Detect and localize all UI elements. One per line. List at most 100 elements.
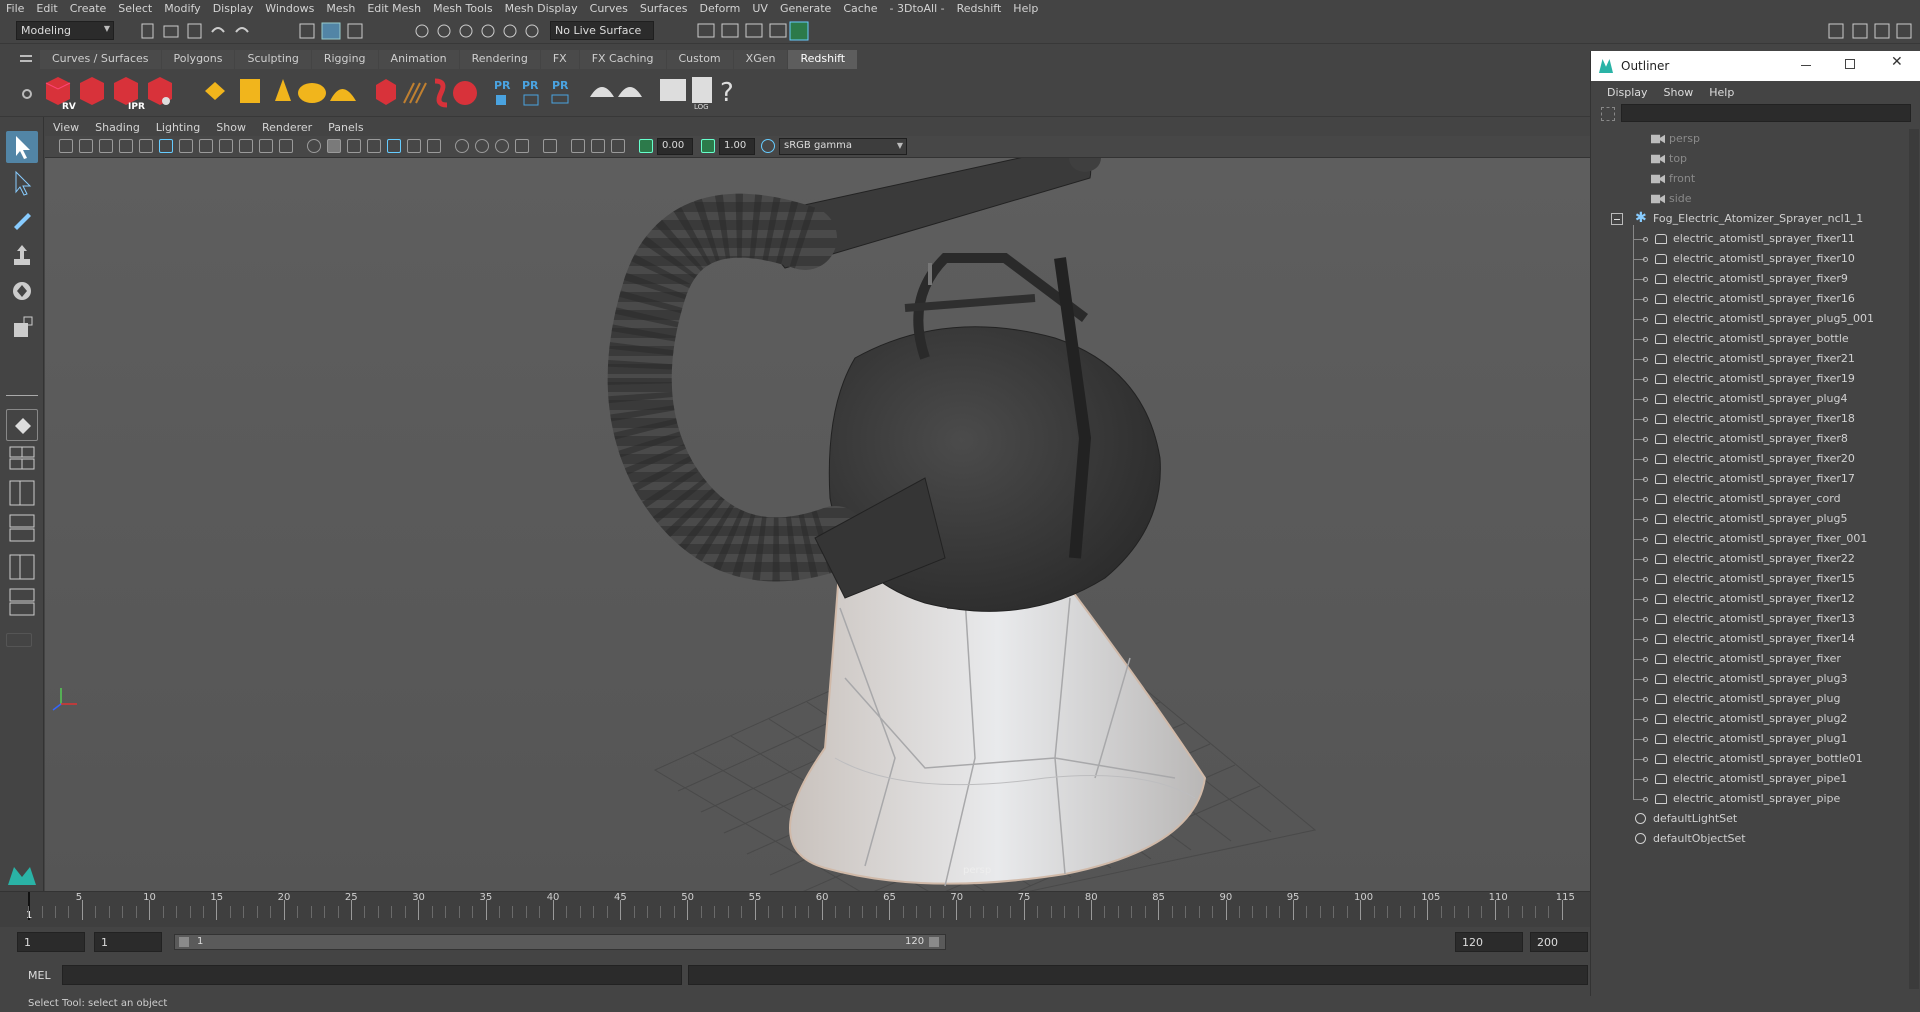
outliner-mesh-row[interactable]: electric_atomistl_sprayer_fixer_001 [1591,529,1907,549]
outliner-set-defaultObjectSet[interactable]: defaultObjectSet [1591,829,1907,849]
outliner-menu-help[interactable]: Help [1701,86,1742,99]
redshift-render-icon[interactable] [80,77,104,105]
close-icon[interactable]: ✕ [1891,54,1903,70]
workspace-dropdown[interactable]: Modeling ▼ [16,21,114,40]
anti-aliasing-icon[interactable] [495,139,509,153]
panel-menu-panels[interactable]: Panels [320,121,371,134]
view-transform-dropdown[interactable]: sRGB gamma ▼ [779,138,907,155]
outliner-mesh-row[interactable]: electric_atomistl_sprayer_fixer9 [1591,269,1907,289]
persp-outliner-layout-icon[interactable] [6,553,38,581]
move-tool-icon[interactable] [6,239,38,271]
smooth-shade-icon[interactable] [327,139,341,153]
rotate-tool-icon[interactable] [6,275,38,307]
shelf-tab-polygons[interactable]: Polygons [161,50,235,69]
live-surface-field[interactable]: No Live Surface [550,21,654,40]
outliner-mesh-row[interactable]: electric_atomistl_sprayer_plug4 [1591,389,1907,409]
range-start-handle[interactable] [179,937,189,947]
outliner-mesh-row[interactable]: electric_atomistl_sprayer_bottle01 [1591,749,1907,769]
outliner-mesh-row[interactable]: electric_atomistl_sprayer_fixer19 [1591,369,1907,389]
film-gate-icon[interactable] [179,139,193,153]
wireframe-icon[interactable] [307,139,321,153]
menu-curves[interactable]: Curves [584,2,634,15]
outliner-group-row[interactable]: ✱ Fog_Electric_Atomizer_Sprayer_ncl1_1 [1591,209,1907,229]
xray-icon[interactable] [571,139,585,153]
menu-redshift[interactable]: Redshift [951,2,1008,15]
menu-file[interactable]: File [0,2,30,15]
menu-help[interactable]: Help [1007,2,1044,15]
default-material-icon[interactable] [347,139,361,153]
panel-menu-shading[interactable]: Shading [87,121,148,134]
menu-3dtoall[interactable]: - 3DtoAll - [884,2,951,15]
shelf-tab-fx-caching[interactable]: FX Caching [579,50,666,69]
menu-create[interactable]: Create [64,2,113,15]
select-tool-icon[interactable] [6,131,38,163]
outliner-mesh-row[interactable]: electric_atomistl_sprayer_fixer21 [1591,349,1907,369]
persp-graph-layout-icon[interactable] [6,513,38,545]
outliner-camera-persp[interactable]: persp [1591,129,1907,149]
gate-mask-icon[interactable] [219,139,233,153]
menu-deform[interactable]: Deform [693,2,746,15]
outliner-menu-show[interactable]: Show [1656,86,1702,99]
outliner-mesh-row[interactable]: electric_atomistl_sprayer_plug2 [1591,709,1907,729]
end-frame-field[interactable]: 200 [1530,932,1588,952]
menu-mesh[interactable]: Mesh [320,2,361,15]
use-all-lights-icon[interactable] [407,139,421,153]
camera-attributes-icon[interactable] [59,139,73,153]
menu-mesh-tools[interactable]: Mesh Tools [427,2,499,15]
outliner-graph-layout-icon[interactable] [6,587,38,617]
more-layouts-icon[interactable] [6,633,32,647]
shelf-menu-icon[interactable] [20,53,32,65]
color-management-icon[interactable] [761,139,775,153]
outliner-mesh-row[interactable]: electric_atomistl_sprayer_fixer [1591,649,1907,669]
outliner-mesh-row[interactable]: electric_atomistl_sprayer_pipe1 [1591,769,1907,789]
exposure-icon[interactable] [639,139,653,153]
shelf-tab-fx[interactable]: FX [540,50,579,69]
menu-mesh-display[interactable]: Mesh Display [499,2,584,15]
menu-display[interactable]: Display [207,2,260,15]
rs-pr-tools[interactable]: PR PR PR [494,79,569,106]
redshift-rv-icon[interactable] [45,77,71,105]
motion-blur-icon[interactable] [475,139,489,153]
outliner-mesh-row[interactable]: electric_atomistl_sprayer_cord [1591,489,1907,509]
outliner-mesh-row[interactable]: electric_atomistl_sprayer_fixer16 [1591,289,1907,309]
outliner-search-input[interactable] [1621,104,1911,122]
shelf-tab-sculpting[interactable]: Sculpting [235,50,311,69]
time-slider[interactable]: 1 5 10 15 20 25 30 35 40 45 50 55 60 65 70 75 80 85 90 95 1… [0,891,1590,927]
playback-start-field[interactable]: 1 [94,932,162,952]
lasso-tool-icon[interactable] [6,167,38,199]
shelf-tab-redshift[interactable]: Redshift [788,50,858,69]
menu-edit-mesh[interactable]: Edit Mesh [361,2,427,15]
shelf-tab-custom[interactable]: Custom [666,50,733,69]
menu-modify[interactable]: Modify [158,2,206,15]
outliner-mesh-row[interactable]: electric_atomistl_sprayer_fixer20 [1591,449,1907,469]
panel-menu-view[interactable]: View [45,121,87,134]
image-plane-icon[interactable] [99,139,113,153]
persp-viewport[interactable]: persp [45,158,1590,891]
mel-input[interactable] [62,965,682,985]
menu-uv[interactable]: UV [746,2,774,15]
xray-joints-icon[interactable] [591,139,605,153]
shelf-tab-curves-surfaces[interactable]: Curves / Surfaces [40,50,161,69]
outliner-mesh-row[interactable]: electric_atomistl_sprayer_fixer11 [1591,229,1907,249]
outliner-mesh-row[interactable]: electric_atomistl_sprayer_pipe [1591,789,1907,809]
collapse-icon[interactable] [1611,213,1623,225]
shelf-tab-animation[interactable]: Animation [378,50,459,69]
maximize-icon[interactable] [1845,59,1855,69]
outliner-mesh-row[interactable]: electric_atomistl_sprayer_plug3 [1591,669,1907,689]
outliner-mesh-row[interactable]: electric_atomistl_sprayer_plug1 [1591,729,1907,749]
shelf-tab-rigging[interactable]: Rigging [311,50,378,69]
outliner-filter-icon[interactable] [1601,107,1615,121]
shelf-settings-icon[interactable] [22,89,32,99]
panel-menu-lighting[interactable]: Lighting [148,121,208,134]
menu-cache[interactable]: Cache [837,2,883,15]
paint-select-icon[interactable] [6,203,38,235]
menu-generate[interactable]: Generate [774,2,837,15]
range-bar[interactable]: 1 120 [174,934,946,950]
outliner-mesh-row[interactable]: electric_atomistl_sprayer_fixer14 [1591,629,1907,649]
outliner-mesh-row[interactable]: electric_atomistl_sprayer_plug5_001 [1591,309,1907,329]
xray-components-icon[interactable] [611,139,625,153]
screen-space-ao-icon[interactable] [455,139,469,153]
shadows-icon[interactable] [427,139,441,153]
minimize-icon[interactable] [1801,65,1811,66]
side-by-side-layout-icon[interactable] [6,479,38,507]
